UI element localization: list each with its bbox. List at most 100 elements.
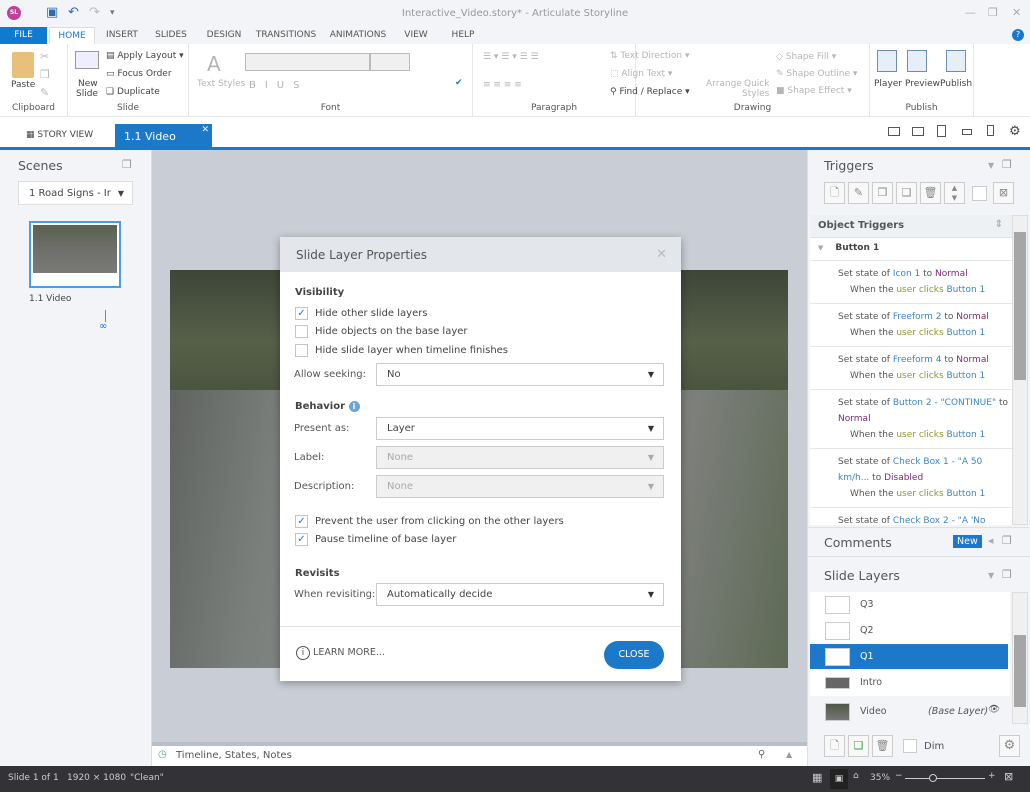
trigger-item[interactable]: Set state of Icon 1 to Normal When the us…	[810, 261, 1013, 304]
player-button[interactable]: Player	[874, 79, 902, 89]
minimize-icon[interactable]: —	[965, 6, 976, 19]
close-icon[interactable]: ✕	[656, 247, 667, 262]
close-window-icon[interactable]: ✕	[1012, 6, 1021, 19]
help-icon[interactable]: ?	[1012, 29, 1024, 41]
duplicate-layer-button[interactable]: ❏	[848, 735, 869, 757]
tab-file[interactable]: FILE	[0, 27, 47, 44]
float-panel-icon[interactable]: ❐	[122, 158, 132, 171]
redo-icon[interactable]: ↷	[89, 5, 100, 20]
scroll-thumb[interactable]	[1014, 635, 1026, 707]
allow-seeking-select[interactable]: No ▼	[376, 363, 664, 386]
app-logo[interactable]: SL	[7, 6, 21, 20]
restore-icon[interactable]: ❐	[988, 6, 998, 19]
paste-icon[interactable]	[12, 52, 34, 78]
float-panel-icon[interactable]: ❐	[1002, 568, 1012, 581]
shape-fill-button[interactable]: ◇ Shape Fill ▾	[776, 52, 836, 62]
tab-view[interactable]: VIEW	[400, 27, 432, 44]
expand-icon[interactable]: ▼	[818, 244, 823, 252]
phone-landscape-icon[interactable]	[962, 129, 972, 135]
fit-window-icon[interactable]: ⊠	[1004, 770, 1013, 783]
new-trigger-button[interactable]: 🗋	[824, 182, 845, 204]
timeline-bar[interactable]: ◷ Timeline, States, Notes ⚲ ▲	[152, 742, 807, 766]
expand-left-icon[interactable]: ◀	[988, 537, 993, 545]
normal-view-icon[interactable]: ▣	[830, 769, 848, 789]
story-view-tab[interactable]: ▦ STORY VIEW	[26, 130, 93, 140]
format-painter-icon[interactable]: ✎	[40, 86, 49, 99]
align-icons[interactable]: ≡ ≡ ≡ ≡	[483, 80, 522, 90]
desktop-icon[interactable]	[888, 127, 900, 136]
zoom-slider[interactable]	[905, 774, 985, 782]
label-select[interactable]: None ▼	[376, 446, 664, 469]
delete-layer-button[interactable]: 🗑	[872, 735, 893, 757]
layers-scrollbar[interactable]	[1012, 592, 1028, 724]
trigger-option-checkbox[interactable]	[972, 186, 987, 201]
bullets-icon[interactable]: ☰ ▾ ☰ ▾ ☰ ☰	[483, 52, 539, 62]
float-panel-icon[interactable]: ❐	[1002, 534, 1012, 547]
scene-select[interactable]: 1 Road Signs - Ir ▼	[18, 181, 133, 205]
tablet-portrait-icon[interactable]	[937, 125, 946, 137]
tablet-landscape-icon[interactable]	[912, 127, 924, 136]
undo-icon[interactable]: ↶	[68, 5, 79, 20]
slide-show-icon[interactable]: ⌂	[853, 771, 859, 781]
triggers-scrollbar[interactable]	[1012, 215, 1028, 525]
text-styles-icon[interactable]: A	[207, 52, 221, 76]
text-styles-button[interactable]: Text Styles	[197, 79, 245, 89]
learn-more-link[interactable]: i LEARN MORE...	[296, 646, 385, 660]
paste-trigger-button[interactable]: ❏	[896, 182, 917, 204]
shape-outline-button[interactable]: ✎ Shape Outline ▾	[776, 69, 857, 79]
hide-base-objects-checkbox[interactable]	[295, 325, 308, 338]
pause-timeline-checkbox[interactable]: ✓	[295, 533, 308, 546]
layer-q1[interactable]: Q1	[810, 644, 1008, 669]
preview-icon[interactable]	[907, 50, 927, 72]
trigger-item[interactable]: Set state of Check Box 1 - "A 50 km/h...…	[810, 449, 1013, 508]
trigger-item[interactable]: Set state of Freeform 4 to Normal When th…	[810, 347, 1013, 390]
close-button[interactable]: CLOSE	[604, 641, 664, 669]
trigger-item[interactable]: Set state of Freeform 2 to Normal When th…	[810, 304, 1013, 347]
prevent-clicking-checkbox[interactable]: ✓	[295, 515, 308, 528]
zoom-out-icon[interactable]: −	[895, 771, 903, 781]
apply-layout-button[interactable]: ▤ Apply Layout ▾	[106, 51, 184, 61]
duplicate-button[interactable]: ❏ Duplicate	[106, 87, 160, 97]
publish-icon[interactable]	[946, 50, 966, 72]
tab-home[interactable]: HOME	[49, 27, 95, 44]
player-icon[interactable]	[877, 50, 897, 72]
publish-button[interactable]: Publish	[940, 79, 972, 89]
tab-help[interactable]: HELP	[447, 27, 479, 44]
when-revisiting-select[interactable]: Automatically decide ▼	[376, 583, 664, 606]
slide-thumbnail[interactable]	[29, 221, 121, 288]
float-panel-icon[interactable]: ❐	[1002, 158, 1012, 171]
collapse-icon[interactable]: ▼	[988, 571, 994, 580]
arrange-button[interactable]: Arrange	[706, 79, 742, 89]
new-comment-badge[interactable]: New	[953, 535, 982, 548]
tab-slides[interactable]: SLIDES	[150, 27, 192, 44]
tab-insert[interactable]: INSERT	[100, 27, 144, 44]
layer-q3[interactable]: Q3	[810, 592, 1008, 617]
shape-effect-button[interactable]: ■ Shape Effect ▾	[776, 86, 852, 96]
expand-up-icon[interactable]: ▲	[786, 750, 792, 759]
variables-button[interactable]: ⊠	[993, 182, 1014, 204]
layer-q2[interactable]: Q2	[810, 618, 1008, 643]
tab-transitions[interactable]: TRANSITIONS	[255, 27, 317, 44]
zoom-slider-thumb[interactable]	[929, 774, 937, 782]
spellcheck-icon[interactable]: ✔	[455, 78, 463, 88]
font-family-select[interactable]	[245, 53, 370, 71]
layer-intro[interactable]: Intro	[810, 670, 1008, 695]
settings-gear-icon[interactable]: ⚙	[1009, 124, 1021, 139]
preview-button[interactable]: Preview	[905, 79, 940, 89]
timeline-label[interactable]: Timeline, States, Notes	[176, 750, 292, 761]
font-format-buttons[interactable]: BIUS	[249, 80, 308, 91]
trigger-item[interactable]: Set state of Check Box 2 - "A 'No Wai...…	[810, 508, 1013, 525]
info-icon[interactable]: i	[348, 401, 360, 412]
hide-when-finishes-checkbox[interactable]	[295, 344, 308, 357]
scroll-thumb[interactable]	[1014, 232, 1026, 380]
copy-trigger-button[interactable]: ❐	[872, 182, 893, 204]
quick-styles-button[interactable]: Quick	[744, 79, 769, 89]
dim-checkbox[interactable]	[903, 739, 917, 753]
new-layer-button[interactable]: 🗋	[824, 735, 845, 757]
layer-properties-gear-icon[interactable]: ⚙	[999, 735, 1020, 757]
tab-animations[interactable]: ANIMATIONS	[327, 27, 389, 44]
copy-icon[interactable]: ❐	[40, 68, 50, 81]
present-as-select[interactable]: Layer ▼	[376, 417, 664, 440]
trigger-group-button-1[interactable]: ▼ Button 1	[810, 238, 1013, 261]
save-icon[interactable]: ▣	[46, 5, 58, 20]
